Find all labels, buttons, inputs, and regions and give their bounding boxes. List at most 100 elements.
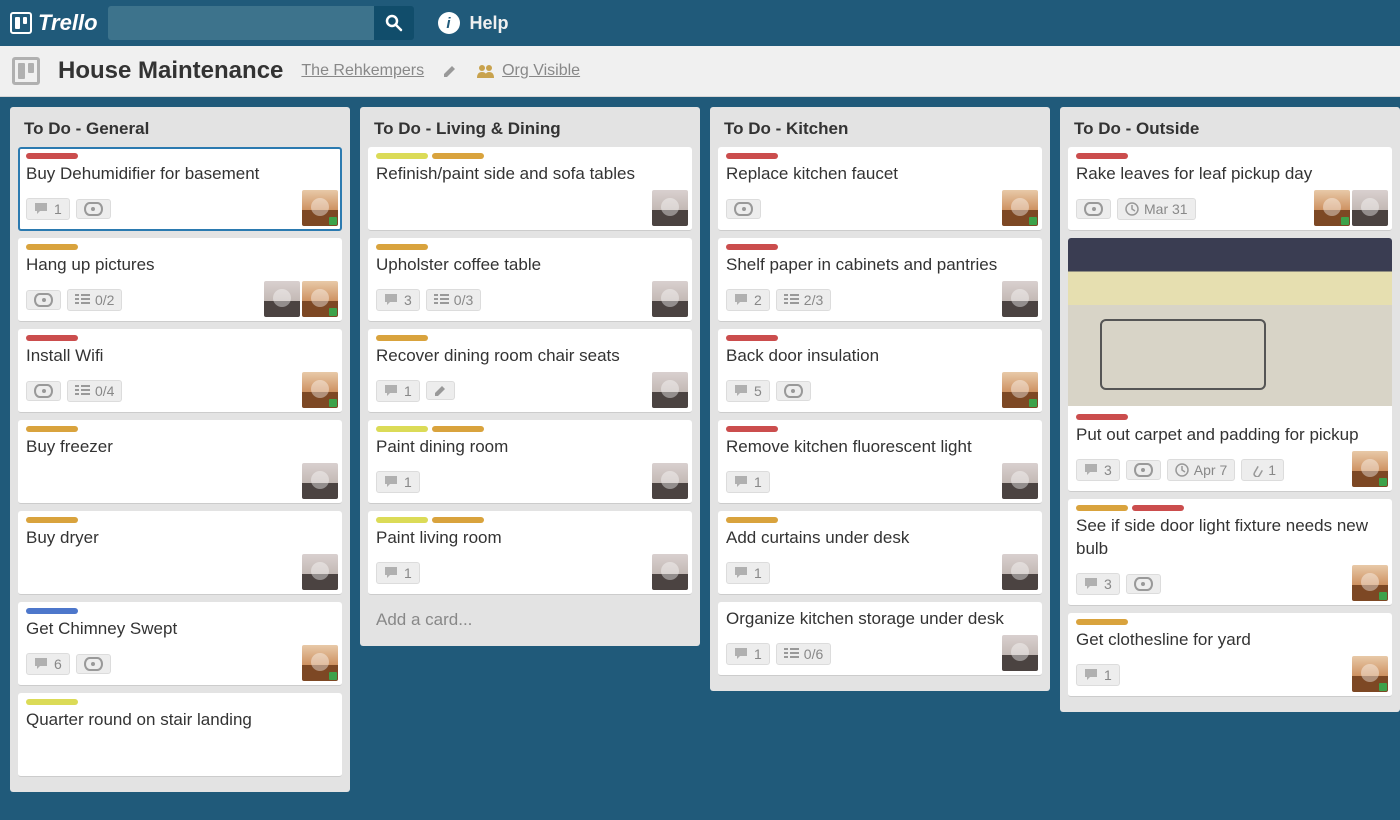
- card-title: Replace kitchen faucet: [726, 163, 1034, 186]
- card[interactable]: Put out carpet and padding for pickup3Ap…: [1068, 238, 1392, 492]
- card-labels: [726, 335, 1034, 341]
- comment-icon: [734, 293, 749, 307]
- add-card[interactable]: Add a card...: [368, 602, 692, 638]
- avatar[interactable]: [302, 554, 338, 590]
- comment-icon: [1084, 668, 1099, 682]
- board-canvas[interactable]: To Do - GeneralBuy Dehumidifier for base…: [0, 97, 1400, 820]
- card[interactable]: Refinish/paint side and sofa tables: [368, 147, 692, 231]
- avatar[interactable]: [1002, 281, 1038, 317]
- avatar[interactable]: [1002, 372, 1038, 408]
- card-badges: 3: [1076, 569, 1384, 599]
- label-red: [726, 244, 778, 250]
- card-members: [1314, 190, 1388, 226]
- card[interactable]: Remove kitchen fluorescent light1: [718, 420, 1042, 504]
- card[interactable]: Rake leaves for leaf pickup day Mar 31: [1068, 147, 1392, 231]
- card[interactable]: Add curtains under desk1: [718, 511, 1042, 595]
- card-title: Upholster coffee table: [376, 254, 684, 277]
- avatar[interactable]: [1352, 656, 1388, 692]
- list: To Do - GeneralBuy Dehumidifier for base…: [10, 107, 350, 792]
- card-labels: [26, 699, 334, 705]
- avatar[interactable]: [1352, 190, 1388, 226]
- avatar[interactable]: [652, 281, 688, 317]
- card-title: Install Wifi: [26, 345, 334, 368]
- help-link[interactable]: i Help: [438, 12, 509, 34]
- eye-icon: [84, 657, 103, 671]
- label-red: [1132, 505, 1184, 511]
- card[interactable]: Upholster coffee table30/3: [368, 238, 692, 322]
- label-orange: [26, 426, 78, 432]
- avatar[interactable]: [1314, 190, 1350, 226]
- card-badges: [26, 740, 334, 770]
- card-members: [302, 190, 338, 226]
- card[interactable]: Organize kitchen storage under desk10/6: [718, 602, 1042, 676]
- comment-icon: [734, 384, 749, 398]
- card-members: [1002, 635, 1038, 671]
- card[interactable]: Replace kitchen faucet: [718, 147, 1042, 231]
- list-title[interactable]: To Do - Outside: [1068, 115, 1392, 147]
- label-orange: [376, 244, 428, 250]
- card-labels: [726, 244, 1034, 250]
- label-orange: [1076, 619, 1128, 625]
- card-title: Rake leaves for leaf pickup day: [1076, 163, 1384, 186]
- card[interactable]: Get Chimney Swept6: [18, 602, 342, 686]
- card-title: Buy Dehumidifier for basement: [26, 163, 334, 186]
- avatar[interactable]: [264, 281, 300, 317]
- search-input[interactable]: [108, 6, 374, 40]
- avatar[interactable]: [302, 190, 338, 226]
- card-members: [302, 645, 338, 681]
- card-title: Organize kitchen storage under desk: [726, 608, 1034, 631]
- due-badge: Mar 31: [1117, 198, 1196, 220]
- avatar[interactable]: [1352, 451, 1388, 487]
- avatar[interactable]: [1002, 463, 1038, 499]
- trello-logo-icon: [10, 12, 32, 34]
- list-cards: Refinish/paint side and sofa tablesUphol…: [368, 147, 692, 602]
- card[interactable]: Back door insulation5: [718, 329, 1042, 413]
- avatar[interactable]: [302, 281, 338, 317]
- card-title: Paint dining room: [376, 436, 684, 459]
- avatar[interactable]: [1002, 190, 1038, 226]
- label-yellow: [26, 699, 78, 705]
- list-title[interactable]: To Do - Kitchen: [718, 115, 1042, 147]
- card[interactable]: Recover dining room chair seats1: [368, 329, 692, 413]
- card[interactable]: Buy dryer: [18, 511, 342, 595]
- checklist-badge: 0/2: [67, 289, 122, 311]
- card[interactable]: Buy freezer: [18, 420, 342, 504]
- card[interactable]: Hang up pictures0/2: [18, 238, 342, 322]
- avatar[interactable]: [652, 554, 688, 590]
- card[interactable]: See if side door light fixture needs new…: [1068, 499, 1392, 606]
- visibility-link[interactable]: Org Visible: [502, 62, 580, 80]
- search-button[interactable]: [374, 6, 414, 40]
- list-title[interactable]: To Do - Living & Dining: [368, 115, 692, 147]
- board-icon: [12, 57, 40, 85]
- comments-badge: 6: [26, 653, 70, 675]
- team-link[interactable]: The Rehkempers: [301, 62, 424, 80]
- card-members: [1002, 190, 1038, 226]
- card-badges: 22/3: [726, 285, 1034, 315]
- card-title: Get clothesline for yard: [1076, 629, 1384, 652]
- avatar[interactable]: [302, 463, 338, 499]
- avatar[interactable]: [652, 372, 688, 408]
- avatar[interactable]: [1352, 565, 1388, 601]
- label-red: [726, 335, 778, 341]
- eye-icon: [784, 384, 803, 398]
- avatar[interactable]: [1002, 635, 1038, 671]
- card[interactable]: Get clothesline for yard1: [1068, 613, 1392, 697]
- card[interactable]: Buy Dehumidifier for basement1: [18, 147, 342, 231]
- list-title[interactable]: To Do - General: [18, 115, 342, 147]
- avatar[interactable]: [652, 463, 688, 499]
- card[interactable]: Paint living room1: [368, 511, 692, 595]
- avatar[interactable]: [302, 372, 338, 408]
- avatar[interactable]: [302, 645, 338, 681]
- card[interactable]: Shelf paper in cabinets and pantries22/3: [718, 238, 1042, 322]
- top-bar: Trello i Help: [0, 0, 1400, 46]
- avatar[interactable]: [1002, 554, 1038, 590]
- avatar[interactable]: [652, 190, 688, 226]
- edit-icon[interactable]: [442, 63, 458, 79]
- card[interactable]: Paint dining room1: [368, 420, 692, 504]
- logo[interactable]: Trello: [10, 10, 98, 36]
- eye-icon: [1134, 463, 1153, 477]
- label-yellow: [376, 517, 428, 523]
- card-labels: [26, 426, 334, 432]
- card[interactable]: Install Wifi0/4: [18, 329, 342, 413]
- card[interactable]: Quarter round on stair landing: [18, 693, 342, 777]
